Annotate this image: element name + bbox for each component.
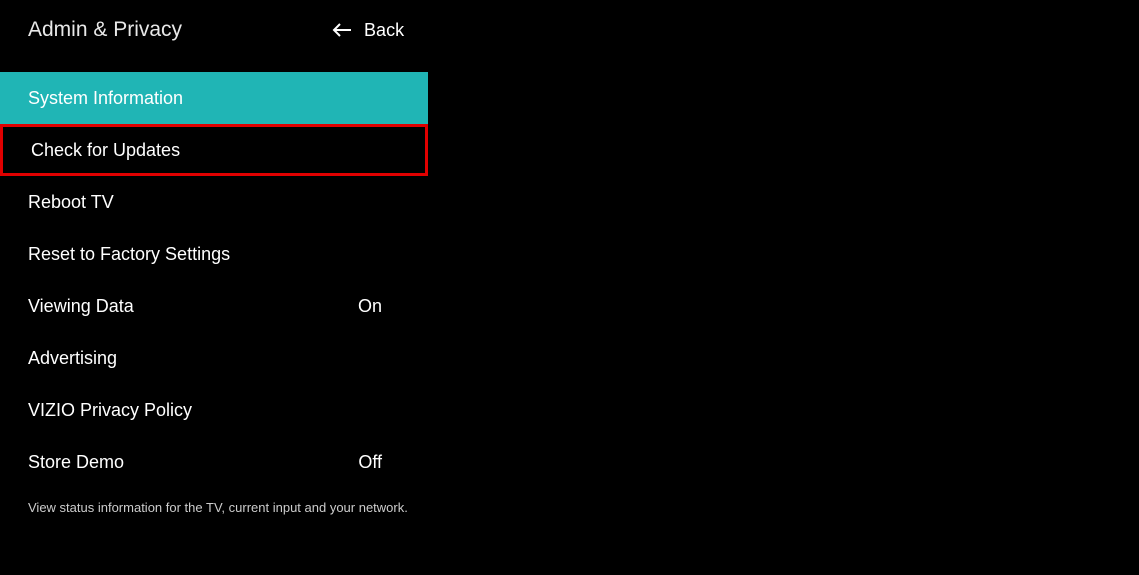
- menu-item-label: Store Demo: [28, 452, 124, 473]
- menu-item-label: VIZIO Privacy Policy: [28, 400, 192, 421]
- menu-item-store-demo[interactable]: Store Demo Off: [0, 436, 428, 488]
- menu-item-label: Advertising: [28, 348, 117, 369]
- menu-item-value: On: [358, 296, 400, 317]
- menu-item-value: Off: [358, 452, 400, 473]
- menu-item-reboot-tv[interactable]: Reboot TV: [0, 176, 428, 228]
- header: Admin & Privacy Back: [0, 0, 1139, 42]
- menu-item-system-information[interactable]: System Information: [0, 72, 428, 124]
- menu-item-label: Viewing Data: [28, 296, 134, 317]
- menu-item-reset-factory[interactable]: Reset to Factory Settings: [0, 228, 428, 280]
- back-button[interactable]: Back: [332, 20, 404, 41]
- menu-item-label: System Information: [28, 88, 183, 109]
- back-label: Back: [364, 20, 404, 41]
- page-title: Admin & Privacy: [28, 18, 182, 42]
- menu-item-viewing-data[interactable]: Viewing Data On: [0, 280, 428, 332]
- menu-item-privacy-policy[interactable]: VIZIO Privacy Policy: [0, 384, 428, 436]
- menu-item-check-for-updates[interactable]: Check for Updates: [0, 124, 428, 176]
- menu-item-advertising[interactable]: Advertising: [0, 332, 428, 384]
- menu-list: System Information Check for Updates Reb…: [0, 72, 1139, 488]
- menu-item-label: Reset to Factory Settings: [28, 244, 230, 265]
- menu-item-label: Reboot TV: [28, 192, 114, 213]
- menu-item-label: Check for Updates: [31, 140, 180, 161]
- footer-hint: View status information for the TV, curr…: [28, 500, 408, 515]
- back-arrow-icon: [332, 23, 352, 37]
